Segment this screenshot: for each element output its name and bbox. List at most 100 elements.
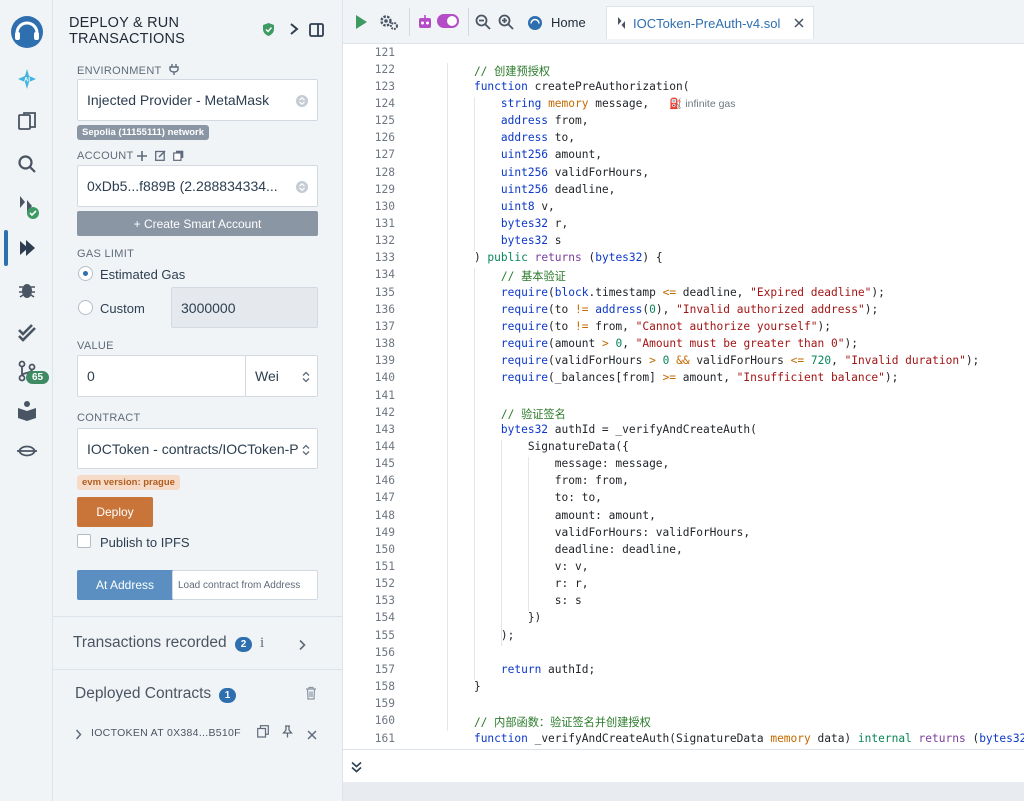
- code-line: require(block.timestamp <= deadline, "Ex…: [500, 285, 885, 299]
- at-address-button[interactable]: At Address: [77, 570, 173, 600]
- code-line: uint256 deadline,: [500, 182, 616, 196]
- solidity-file-icon: [618, 17, 625, 29]
- create-smart-account-button[interactable]: + Create Smart Account: [77, 211, 318, 236]
- toggle-panel-icon[interactable]: [309, 23, 324, 42]
- ai-assistant-icon[interactable]: AI: [13, 65, 41, 93]
- deployed-contract-item[interactable]: IOCTOKEN AT 0X384...B510F (: [91, 727, 243, 739]
- custom-gas-input[interactable]: 3000000: [171, 287, 318, 328]
- divider: [409, 8, 410, 36]
- line-number: 158: [374, 680, 395, 694]
- value-input[interactable]: 0: [77, 355, 246, 397]
- solidity-compiler-icon[interactable]: [13, 192, 41, 220]
- copy-address-icon[interactable]: [257, 725, 269, 743]
- line-number: 124: [374, 96, 395, 110]
- line-number: 135: [374, 285, 395, 299]
- solidity-unit-testing-icon[interactable]: [13, 318, 41, 346]
- search-icon[interactable]: [13, 150, 41, 178]
- line-number: 132: [374, 234, 395, 248]
- ai-robot-icon[interactable]: [415, 12, 435, 32]
- custom-gas-radio[interactable]: [78, 300, 93, 315]
- file-explorer-icon[interactable]: [13, 107, 41, 135]
- publish-ipfs-checkbox[interactable]: [77, 534, 91, 548]
- code-line: uint256 validForHours,: [500, 165, 650, 179]
- line-number: 145: [374, 457, 395, 471]
- code-line: require(_balances[from] >= amount, "Insu…: [500, 371, 899, 385]
- code-line: from: from,: [447, 474, 629, 488]
- contract-select[interactable]: IOCToken - contracts/IOCToken-P: [77, 428, 318, 469]
- account-select[interactable]: 0xDb5...f889B (2.288834334...: [77, 165, 318, 207]
- line-number: 121: [374, 45, 395, 59]
- close-icon[interactable]: [307, 727, 317, 745]
- pin-icon[interactable]: [282, 725, 293, 743]
- line-number: 123: [374, 79, 395, 93]
- tab-home[interactable]: Home: [523, 6, 586, 39]
- run-script-icon[interactable]: [351, 12, 371, 32]
- line-number: 139: [374, 354, 395, 368]
- code-line: to: to,: [447, 491, 602, 505]
- code-line: string memory message, ⛽ infinite gas: [500, 96, 736, 110]
- line-number: 143: [374, 422, 395, 436]
- contract-label: CONTRACT: [77, 412, 141, 424]
- zoom-in-icon[interactable]: [496, 12, 516, 32]
- panel-title-line2: TRANSACTIONS: [69, 31, 185, 47]
- line-number: 154: [374, 611, 395, 625]
- trash-icon[interactable]: [305, 686, 317, 705]
- copy-account-icon[interactable]: [173, 148, 184, 166]
- chevron-right-icon[interactable]: [289, 22, 299, 41]
- code-line: address from,: [500, 114, 589, 128]
- deploy-button[interactable]: Deploy: [77, 497, 153, 527]
- debugger-icon[interactable]: [13, 276, 41, 304]
- line-number: 136: [374, 302, 395, 316]
- custom-gas-label: Custom: [100, 301, 145, 316]
- line-number: 140: [374, 371, 395, 385]
- value-unit-select[interactable]: Wei: [245, 355, 318, 397]
- environment-select[interactable]: Injected Provider - MetaMask: [77, 79, 318, 121]
- line-number: 157: [374, 662, 395, 676]
- info-icon[interactable]: i: [260, 635, 264, 652]
- remix-home-icon: [528, 15, 542, 30]
- chevron-right-icon[interactable]: [298, 638, 306, 656]
- edit-account-icon[interactable]: [155, 148, 166, 166]
- line-number: 137: [374, 319, 395, 333]
- learneth-icon[interactable]: [13, 396, 41, 424]
- line-number: 147: [374, 491, 395, 505]
- load-contract-address-input[interactable]: Load contract from Address: [172, 570, 318, 600]
- status-bar: [343, 782, 1024, 801]
- network-badge: Sepolia (11155111) network: [77, 125, 209, 140]
- code-line: require(to != from, "Cannot authorize yo…: [500, 319, 831, 333]
- chevron-right-icon[interactable]: [75, 727, 82, 745]
- value-unit: Wei: [255, 368, 279, 384]
- settings-gears-icon[interactable]: [379, 12, 399, 32]
- line-number: 142: [374, 405, 395, 419]
- recorder-icon[interactable]: [13, 437, 41, 465]
- ai-toggle[interactable]: [437, 14, 459, 28]
- transactions-recorded-title[interactable]: Transactions recorded: [73, 634, 227, 652]
- tab-file[interactable]: IOCToken-PreAuth-v4.sol: [606, 6, 814, 39]
- zoom-out-icon[interactable]: [473, 12, 493, 32]
- code-line: // 创建预授权: [447, 64, 551, 78]
- transactions-count-badge: 2: [235, 637, 252, 652]
- value-label: VALUE: [77, 340, 114, 352]
- estimated-gas-label: Estimated Gas: [100, 267, 186, 282]
- line-number: 127: [374, 148, 395, 162]
- double-chevron-down-icon[interactable]: [351, 760, 362, 778]
- line-number: 129: [374, 182, 395, 196]
- code-line: r: r,: [447, 577, 589, 591]
- line-number: 161: [374, 731, 395, 745]
- code-line: uint256 amount,: [500, 148, 602, 162]
- account-label: ACCOUNT: [77, 150, 134, 162]
- line-number: 149: [374, 525, 395, 539]
- divider: [53, 616, 343, 617]
- estimated-gas-radio[interactable]: [78, 266, 93, 281]
- value-amount: 0: [87, 368, 95, 384]
- close-tab-icon[interactable]: [794, 18, 804, 28]
- tab-file-label: IOCToken-PreAuth-v4.sol: [633, 15, 781, 31]
- code-line: bytes32 s: [500, 234, 562, 248]
- deploy-run-icon[interactable]: [13, 234, 41, 262]
- code-editor[interactable]: 121 122 123 124 125 126 127 128 129 130 131 132 133 1…: [343, 44, 1024, 749]
- remix-logo-icon[interactable]: [9, 14, 45, 50]
- add-account-icon[interactable]: [137, 148, 147, 166]
- select-arrows-icon: [296, 94, 308, 110]
- svg-text:AI: AI: [24, 78, 30, 84]
- code-line: // 基本验证: [447, 270, 566, 284]
